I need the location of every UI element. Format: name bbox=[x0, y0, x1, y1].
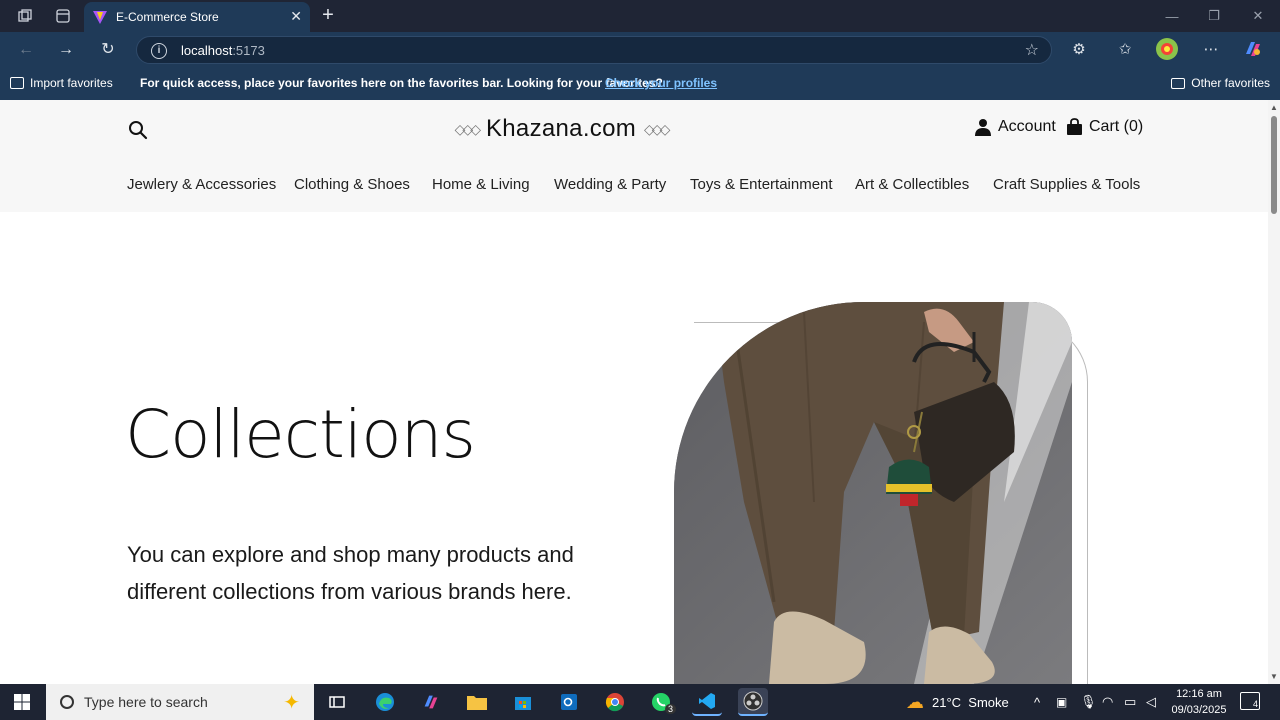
category-wedding[interactable]: Wedding & Party bbox=[554, 176, 666, 193]
add-favorite-star-icon[interactable]: ☆ bbox=[1025, 40, 1039, 60]
cart-link[interactable]: Cart (0) bbox=[1066, 118, 1143, 136]
start-button[interactable] bbox=[0, 684, 44, 720]
category-toys[interactable]: Toys & Entertainment bbox=[690, 176, 833, 193]
more-options-icon[interactable]: ⋯ bbox=[1198, 38, 1224, 62]
extensions-icon[interactable]: ⚙ bbox=[1066, 38, 1092, 62]
windows-logo-icon bbox=[14, 694, 30, 710]
minimize-button[interactable]: — bbox=[1150, 0, 1194, 32]
hero-image-block bbox=[674, 302, 1088, 684]
back-button[interactable]: ← bbox=[12, 38, 40, 62]
check-profiles-link[interactable]: Check your profiles bbox=[605, 76, 717, 90]
site-header: ◇◇◇ Khazana.com ◇◇◇ Account Cart (0) Jew… bbox=[0, 100, 1268, 212]
address-toolbar: ← → ↻ i localhost:5173 ☆ ⚙ ✩ ⋯ bbox=[0, 32, 1280, 68]
weather-widget[interactable]: ☁ 21°C Smoke bbox=[906, 684, 1009, 720]
folder-icon bbox=[1171, 77, 1186, 89]
shopping-bag-icon bbox=[1067, 118, 1082, 135]
category-home[interactable]: Home & Living bbox=[432, 176, 530, 193]
address-bar[interactable]: i localhost:5173 ☆ bbox=[136, 36, 1052, 64]
copilot-taskbar-icon[interactable] bbox=[416, 688, 446, 716]
scroll-down-arrow-icon[interactable]: ▼ bbox=[1270, 672, 1278, 681]
show-hidden-icons-button[interactable]: ^ bbox=[1034, 684, 1040, 720]
search-icon[interactable] bbox=[128, 120, 148, 140]
favorites-icon[interactable]: ✩ bbox=[1112, 38, 1138, 62]
account-link[interactable]: Account bbox=[974, 118, 1056, 136]
taskbar-search-box[interactable]: Type here to search ✦ bbox=[46, 684, 314, 720]
outlook-icon[interactable] bbox=[554, 688, 584, 716]
whatsapp-badge: 3 bbox=[664, 704, 676, 714]
microsoft-store-icon[interactable] bbox=[508, 688, 538, 716]
category-craft[interactable]: Craft Supplies & Tools bbox=[993, 176, 1140, 193]
whatsapp-icon[interactable]: 3 bbox=[646, 688, 676, 716]
search-highlight-icon: ✦ bbox=[283, 692, 300, 714]
tab-ecommerce-store[interactable]: E-Commerce Store ✕ bbox=[84, 2, 310, 32]
profile-avatar[interactable] bbox=[1154, 37, 1180, 61]
forward-button[interactable]: → bbox=[52, 38, 80, 62]
page-viewport: ◇◇◇ Khazana.com ◇◇◇ Account Cart (0) Jew… bbox=[0, 100, 1268, 684]
task-view-icon[interactable] bbox=[322, 688, 352, 716]
file-explorer-icon[interactable] bbox=[462, 688, 492, 716]
refresh-button[interactable]: ↻ bbox=[94, 38, 122, 62]
other-favorites-button[interactable]: Other favorites bbox=[1171, 76, 1270, 90]
category-art[interactable]: Art & Collectibles bbox=[855, 176, 969, 193]
wifi-icon[interactable]: ◠ bbox=[1102, 684, 1113, 720]
site-info-icon[interactable]: i bbox=[151, 43, 167, 59]
brand-name: Khazana.com bbox=[485, 115, 637, 142]
import-icon bbox=[10, 77, 24, 89]
obs-icon[interactable] bbox=[738, 688, 768, 716]
ornament-left-icon: ◇◇◇ bbox=[454, 120, 481, 137]
workspaces-icon[interactable] bbox=[6, 0, 44, 32]
site-logo[interactable]: ◇◇◇ Khazana.com ◇◇◇ bbox=[446, 114, 676, 144]
taskbar-clock[interactable]: 12:16 am 09/03/2025 bbox=[1166, 686, 1232, 718]
windows-taskbar: Type here to search ✦ 3 ☁ 21°C Smoke ^ ▣… bbox=[0, 684, 1280, 720]
vite-favicon-icon bbox=[93, 11, 107, 24]
browser-titlebar: E-Commerce Store ✕ + — ❐ ✕ bbox=[0, 0, 1280, 32]
maximize-button[interactable]: ❐ bbox=[1192, 0, 1236, 32]
notification-center-icon[interactable]: 4 bbox=[1240, 692, 1260, 710]
favorites-bar: Import favorites For quick access, place… bbox=[0, 68, 1280, 100]
category-nav: Jewlery & Accessories Clothing & Shoes H… bbox=[0, 172, 1268, 200]
import-favorites-button[interactable]: Import favorites bbox=[10, 76, 113, 90]
chrome-icon[interactable] bbox=[600, 688, 630, 716]
scroll-up-arrow-icon[interactable]: ▲ bbox=[1270, 103, 1278, 112]
ornament-right-icon: ◇◇◇ bbox=[644, 120, 670, 137]
close-tab-icon[interactable]: ✕ bbox=[290, 8, 302, 25]
scrollbar-thumb[interactable] bbox=[1271, 116, 1277, 214]
new-tab-button[interactable]: + bbox=[316, 4, 340, 28]
volume-icon[interactable]: ◁ bbox=[1146, 684, 1156, 720]
hero-description: You can explore and shop many products a… bbox=[127, 542, 574, 604]
search-icon bbox=[60, 695, 74, 709]
tab-actions-icon[interactable] bbox=[44, 0, 82, 32]
meet-now-icon[interactable]: ▣ bbox=[1056, 684, 1067, 720]
copilot-icon[interactable] bbox=[1240, 38, 1266, 62]
edge-taskbar-icon[interactable] bbox=[370, 688, 400, 716]
favorites-bar-message: For quick access, place your favorites h… bbox=[140, 76, 663, 90]
user-icon bbox=[975, 119, 991, 136]
tab-title: E-Commerce Store bbox=[116, 10, 219, 24]
category-clothing[interactable]: Clothing & Shoes bbox=[294, 176, 410, 193]
url-text[interactable]: localhost:5173 bbox=[181, 43, 265, 58]
hero-title: Collections bbox=[125, 396, 476, 473]
vscode-icon[interactable] bbox=[692, 688, 722, 716]
category-jewelry[interactable]: Jewlery & Accessories bbox=[127, 176, 276, 193]
page-scrollbar[interactable]: ▲ ▼ bbox=[1268, 100, 1280, 684]
hero-image bbox=[674, 302, 1072, 684]
close-window-button[interactable]: ✕ bbox=[1236, 0, 1280, 32]
microphone-icon[interactable]: 🎙 bbox=[1080, 684, 1097, 720]
battery-icon[interactable]: ▭ bbox=[1124, 684, 1136, 720]
weather-icon: ☁ bbox=[906, 691, 924, 712]
